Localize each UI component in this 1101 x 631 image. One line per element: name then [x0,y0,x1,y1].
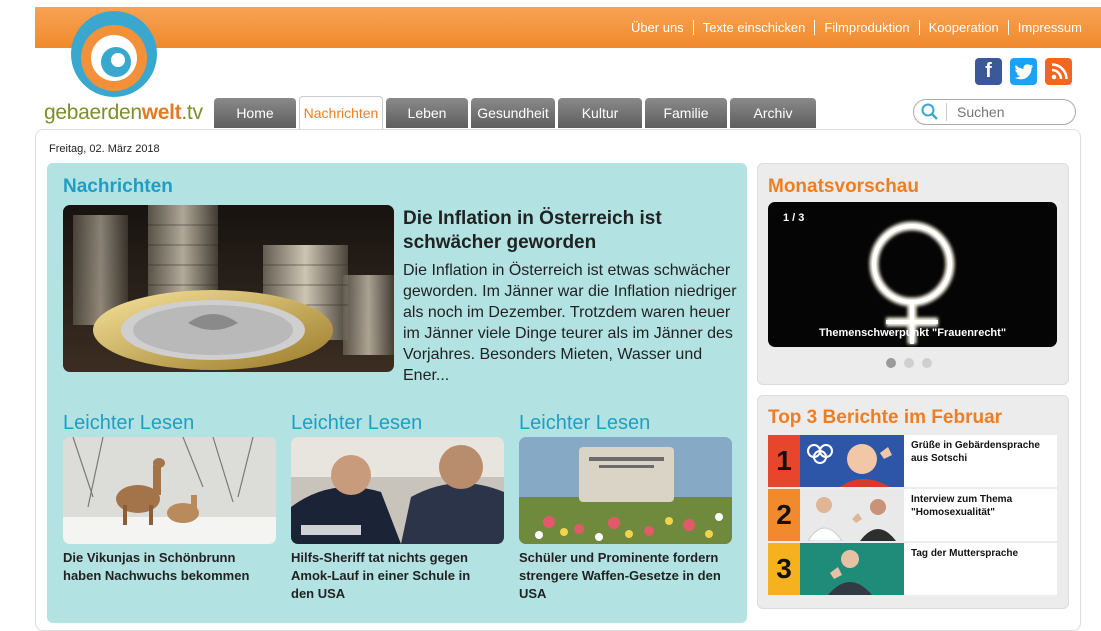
sheriff-article-caption[interactable]: Hilfs-Sheriff tat nichts gegen Amok-Lauf… [291,549,496,603]
tab-gesundheit[interactable]: Gesundheit [471,98,555,128]
top3-item-2[interactable]: 2 Interview zum Thema "Homosexualität" [768,489,1057,541]
facebook-icon[interactable]: f [975,58,1002,85]
slide-dot-2[interactable] [904,358,914,368]
top3-item-1[interactable]: 1 Grüße in Gebärdensprache aus Sotschi [768,435,1057,487]
top3-number-2: 2 [768,489,800,541]
search-box [913,99,1076,125]
top-links: Über uns Texte einschicken Filmproduktio… [622,7,1091,48]
tab-kultur[interactable]: Kultur [558,98,642,128]
main-article-title[interactable]: Die Inflation in Österreich ist schwäche… [403,207,733,255]
slide-dots [886,358,940,368]
top3-title-2: Interview zum Thema "Homosexualität" [911,494,1013,518]
leichter-lesen-heading-3[interactable]: Leichter Lesen [519,412,650,435]
tab-archiv[interactable]: Archiv [730,98,816,128]
top3-number-3: 3 [768,543,800,595]
logo-text-part1: gebaerden [44,101,142,124]
news-heading[interactable]: Nachrichten [63,176,173,198]
main-nav: Home Nachrichten Leben Gesundheit Kultur… [214,96,819,129]
vikunja-article-image[interactable] [63,437,276,544]
leichter-lesen-heading-2[interactable]: Leichter Lesen [291,412,422,435]
search-icon[interactable] [920,102,940,122]
top3-heading: Top 3 Berichte im Februar [768,407,1003,428]
top3-title-1: Grüße in Gebärdensprache aus Sotschi [911,440,1040,464]
slide-caption[interactable]: Themenschwerpunkt "Frauenrecht" [768,327,1057,339]
slide-dot-3[interactable] [922,358,932,368]
monatsvorschau-heading: Monatsvorschau [768,176,919,197]
top3-thumb-1 [800,435,904,487]
monatsvorschau-slide[interactable] [768,202,1057,347]
tab-nachrichten[interactable]: Nachrichten [299,96,383,129]
search-divider [946,103,947,121]
search-input[interactable] [955,103,1069,121]
logo-text-part3: .tv [181,101,203,124]
slide-dot-1[interactable] [886,358,896,368]
main-article-text: Die Inflation in Österreich ist etwas sc… [403,262,737,384]
top-link-ueber-uns[interactable]: Über uns [622,20,693,35]
site-logo-text[interactable]: gebaerdenwelt.tv [44,101,203,125]
top3-title-3: Tag der Muttersprache [911,548,1019,559]
schule-article-image[interactable] [519,437,732,544]
main-article-image[interactable] [63,205,394,372]
top3-thumb-2 [800,489,904,541]
top-link-kooperation[interactable]: Kooperation [918,20,1008,35]
top-link-texte-einschicken[interactable]: Texte einschicken [692,20,815,35]
top-link-impressum[interactable]: Impressum [1007,20,1091,35]
tab-home[interactable]: Home [214,98,296,128]
top3-item-3[interactable]: 3 Tag der Muttersprache [768,543,1057,595]
top-link-filmproduktion[interactable]: Filmproduktion [814,20,918,35]
current-date: Freitag, 02. März 2018 [49,143,160,155]
sheriff-article-image[interactable] [291,437,504,544]
twitter-icon[interactable] [1010,58,1037,85]
schule-article-caption[interactable]: Schüler und Prominente fordern strengere… [519,549,724,603]
top3-number-1: 1 [768,435,800,487]
top-bar: Über uns Texte einschicken Filmproduktio… [35,7,1101,48]
top3-thumb-3 [800,543,904,595]
vikunja-article-caption[interactable]: Die Vikunjas in Schönbrunn haben Nachwuc… [63,549,268,585]
slide-counter: 1 / 3 [783,212,805,224]
logo-icon[interactable] [70,10,158,98]
logo-text-part2: welt [141,101,182,124]
tab-leben[interactable]: Leben [386,98,468,128]
rss-icon[interactable] [1045,58,1072,85]
tab-familie[interactable]: Familie [645,98,727,128]
leichter-lesen-heading-1[interactable]: Leichter Lesen [63,412,194,435]
